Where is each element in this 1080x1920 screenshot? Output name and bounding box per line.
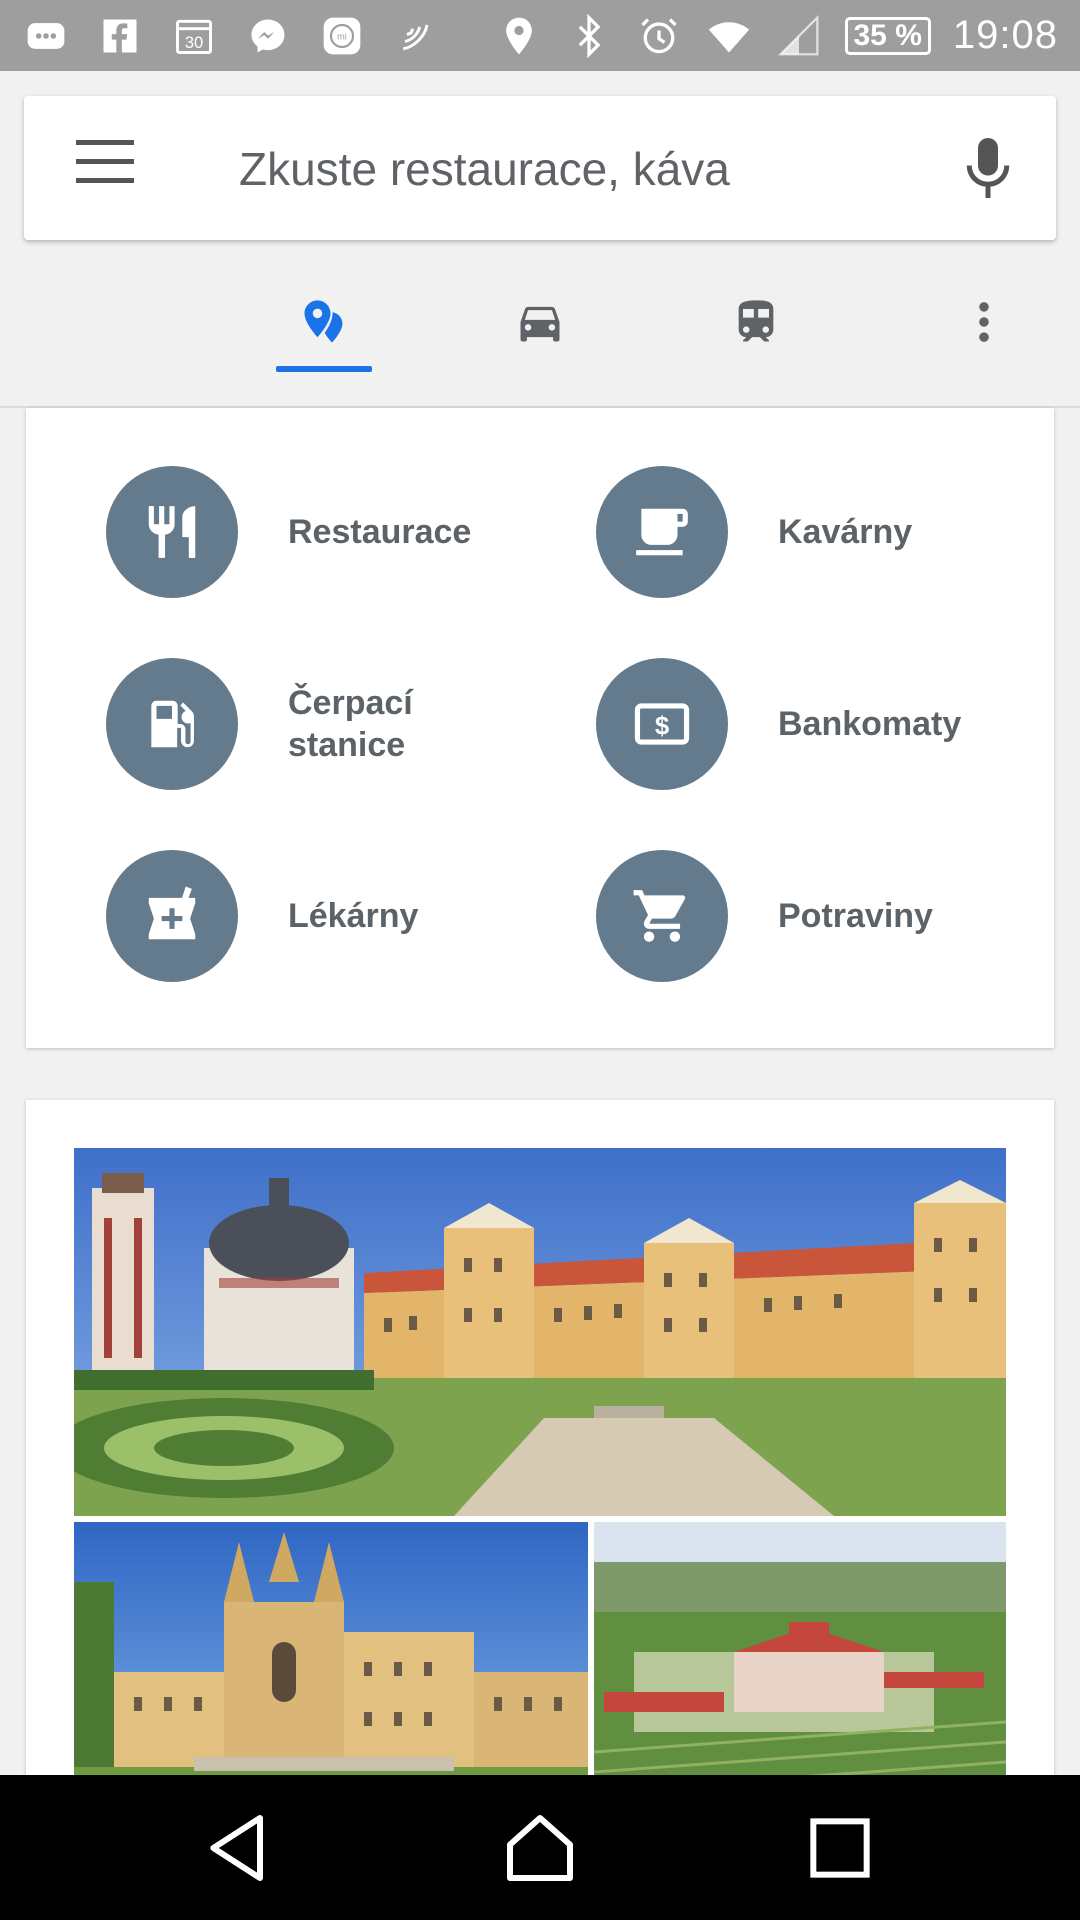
more-vertical-icon: [979, 302, 989, 342]
mi-icon: mi: [318, 12, 366, 60]
pharmacy-icon: [148, 886, 196, 940]
category-restaurace[interactable]: Restaurace: [106, 466, 471, 598]
category-label: Lékárny: [288, 897, 419, 935]
alarm-icon: [635, 12, 683, 60]
clock: 19:08: [952, 13, 1058, 57]
explore-places-icon: [304, 300, 343, 343]
category-label: Čerpací stanice: [288, 684, 413, 764]
category-cerpaci-stanice[interactable]: Čerpací stanice: [106, 658, 413, 790]
grocery-cart-icon: [633, 890, 686, 942]
back-triangle-icon: [210, 1815, 263, 1881]
svg-text:mi: mi: [337, 31, 347, 41]
category-label: Bankomaty: [778, 705, 962, 743]
category-label: Restaurace: [288, 513, 472, 551]
gas-station-icon: [151, 700, 194, 748]
location-icon: [495, 12, 543, 60]
cafe-icon: [636, 508, 688, 556]
back-button[interactable]: [195, 1803, 285, 1893]
search-bar: [24, 96, 1056, 240]
navigation-bar: [0, 1775, 1080, 1920]
mode-tabs: [0, 266, 1080, 406]
category-kavarny[interactable]: Kavárny: [596, 466, 912, 598]
chat-bubble-icon: [22, 12, 70, 60]
category-label: Kavárny: [778, 513, 913, 551]
castle-photo-left[interactable]: [74, 1522, 588, 1800]
microphone-icon[interactable]: [958, 132, 1018, 204]
svg-text:$: $: [655, 712, 669, 740]
castle-photo-large[interactable]: [74, 1148, 1006, 1516]
wifi-icon: [705, 12, 753, 60]
tab-driving[interactable]: [492, 296, 588, 378]
home-icon: [507, 1815, 573, 1881]
categories-card: Restaurace Kavárny Čerpací stanice $ Ban…: [26, 408, 1054, 1048]
home-button[interactable]: [495, 1803, 585, 1893]
atm-icon: $: [634, 703, 690, 745]
svg-text:30: 30: [185, 33, 203, 51]
facebook-icon: [96, 12, 144, 60]
recents-button[interactable]: [795, 1803, 885, 1893]
bluetooth-icon: [565, 12, 613, 60]
tab-transit[interactable]: [708, 296, 804, 378]
photos-card: [26, 1100, 1054, 1800]
status-bar: 30 mi 35 % 19:08: [0, 0, 1080, 71]
more-options-button[interactable]: [936, 296, 1032, 378]
palace-photo-right[interactable]: [594, 1522, 1006, 1800]
hamburger-menu-icon[interactable]: [76, 140, 136, 196]
category-potraviny[interactable]: Potraviny: [596, 850, 933, 982]
battery-indicator: 35 %: [844, 16, 931, 55]
restaurant-icon: [148, 506, 196, 558]
category-label: Potraviny: [778, 897, 933, 935]
transit-icon: [738, 300, 774, 342]
messenger-icon: [244, 12, 292, 60]
calendar-icon: 30: [170, 12, 218, 60]
recents-square-icon: [810, 1818, 870, 1878]
search-input[interactable]: [239, 134, 939, 204]
signal-icon: [775, 12, 823, 60]
active-tab-indicator: [276, 366, 372, 372]
category-bankomaty[interactable]: $ Bankomaty: [596, 658, 961, 790]
nfc-icon: [392, 12, 440, 60]
car-icon: [520, 306, 560, 342]
category-lekarny[interactable]: Lékárny: [106, 850, 418, 982]
